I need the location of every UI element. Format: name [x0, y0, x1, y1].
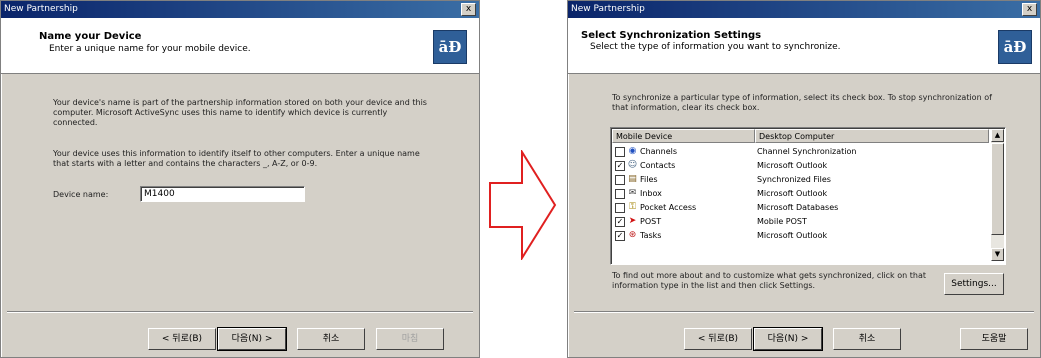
checkbox[interactable] — [615, 189, 625, 199]
left-finish-button: 마침 — [376, 328, 444, 350]
list-item[interactable]: ✓ ☺ Contacts Microsoft Outlook — [613, 159, 989, 172]
pocket-access-icon: ⚿ — [629, 202, 636, 212]
left-para-2: Your device uses this information to ide… — [53, 149, 420, 168]
checkbox[interactable] — [615, 147, 625, 157]
left-header-title: Name your Device — [39, 31, 142, 42]
checkbox[interactable]: ✓ — [615, 161, 625, 171]
scroll-up-icon[interactable]: ▲ — [991, 129, 1004, 142]
scroll-down-icon[interactable]: ▼ — [991, 248, 1004, 261]
right-header-subtitle: Select the type of information you want … — [590, 42, 841, 52]
device-item-label: Tasks — [640, 231, 662, 240]
files-icon: ▤ — [628, 174, 637, 184]
device-item-label: POST — [640, 217, 662, 226]
device-item-label: Pocket Access — [640, 203, 697, 212]
list-item[interactable]: ▤ Files Synchronized Files — [613, 173, 989, 186]
checkbox[interactable]: ✓ — [615, 231, 625, 241]
right-help-button[interactable]: 도움말 — [960, 328, 1028, 350]
right-next-button[interactable]: 다음(N) > — [753, 327, 823, 351]
right-cancel-button[interactable]: 취소 — [833, 328, 901, 350]
left-title: New Partnership — [4, 4, 78, 14]
tasks-icon: ⊛ — [628, 230, 637, 240]
desktop-item-label: Mobile POST — [757, 217, 807, 226]
column-mobile-device[interactable]: Mobile Device — [612, 129, 755, 143]
checkbox[interactable]: ✓ — [615, 217, 625, 227]
inbox-icon: ✉ — [628, 188, 637, 198]
left-separator — [7, 311, 473, 313]
list-item[interactable]: ✉ Inbox Microsoft Outlook — [613, 187, 989, 200]
left-header: Name your Device Enter a unique name for… — [1, 18, 479, 74]
scroll-thumb[interactable] — [991, 143, 1004, 235]
right-header: Select Synchronization Settings Select t… — [568, 18, 1040, 74]
right-title: New Partnership — [571, 4, 645, 14]
list-scrollbar[interactable]: ▲ ▼ — [991, 129, 1004, 261]
right-instructions: To synchronize a particular type of info… — [612, 93, 992, 112]
left-header-subtitle: Enter a unique name for your mobile devi… — [49, 44, 251, 54]
desktop-item-label: Channel Synchronization — [757, 147, 857, 156]
desktop-item-label: Microsoft Outlook — [757, 161, 828, 170]
right-back-button[interactable]: < 뒤로(B) — [684, 328, 752, 350]
right-titlebar[interactable]: New Partnership x — [568, 1, 1040, 18]
contacts-icon: ☺ — [627, 160, 638, 170]
device-item-label: Contacts — [640, 161, 676, 170]
left-next-button[interactable]: 다음(N) > — [217, 327, 287, 351]
left-dialog: New Partnership x Name your Device Enter… — [0, 0, 480, 358]
right-close-button[interactable]: x — [1022, 3, 1037, 16]
left-cancel-button[interactable]: 취소 — [297, 328, 365, 350]
list-item[interactable]: ◉ Channels Channel Synchronization — [613, 145, 989, 158]
checkbox[interactable] — [615, 203, 625, 213]
left-titlebar[interactable]: New Partnership x — [1, 1, 479, 18]
left-back-button[interactable]: < 뒤로(B) — [148, 328, 216, 350]
right-header-title: Select Synchronization Settings — [581, 30, 762, 41]
list-item[interactable]: ⚿ Pocket Access Microsoft Databases — [613, 201, 989, 214]
device-item-label: Inbox — [640, 189, 662, 198]
desktop-item-label: Microsoft Outlook — [757, 189, 828, 198]
desktop-item-label: Microsoft Outlook — [757, 231, 828, 240]
checkbox[interactable] — [615, 175, 625, 185]
left-para-1: Your device's name is part of the partne… — [53, 98, 427, 127]
device-item-label: Files — [640, 175, 658, 184]
sync-list[interactable]: Mobile Device Desktop Computer ◉ Channel… — [610, 127, 1006, 265]
device-name-input[interactable]: M1400 — [140, 186, 305, 202]
list-item[interactable]: ✓ ➤ POST Mobile POST — [613, 215, 989, 228]
post-icon: ➤ — [628, 216, 637, 226]
activesync-logo-icon: āÐ — [998, 30, 1032, 64]
list-item[interactable]: ✓ ⊛ Tasks Microsoft Outlook — [613, 229, 989, 242]
desktop-item-label: Microsoft Databases — [757, 203, 839, 212]
settings-hint: To find out more about and to customize … — [612, 271, 926, 290]
channels-icon: ◉ — [628, 146, 637, 156]
settings-button[interactable]: Settings... — [944, 273, 1004, 295]
left-close-button[interactable]: x — [461, 3, 476, 16]
column-desktop-computer[interactable]: Desktop Computer — [755, 129, 989, 143]
desktop-item-label: Synchronized Files — [757, 175, 831, 184]
device-item-label: Channels — [640, 147, 678, 156]
right-arrow-icon — [489, 150, 557, 260]
right-separator — [574, 311, 1034, 313]
device-name-label: Device name: — [53, 190, 109, 199]
activesync-logo-icon: āÐ — [433, 30, 467, 64]
right-dialog: New Partnership x Select Synchronization… — [567, 0, 1041, 358]
